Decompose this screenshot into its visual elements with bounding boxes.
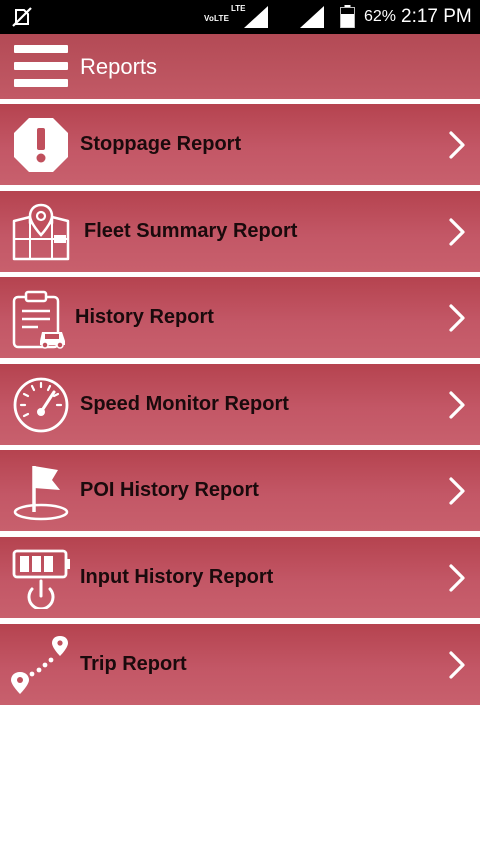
report-label: Fleet Summary Report: [84, 219, 298, 242]
fleet-map-icon: [12, 203, 70, 260]
power-input-icon: [12, 549, 70, 609]
chevron-right-icon: [449, 477, 465, 505]
report-item-history[interactable]: History Report: [0, 277, 480, 359]
report-item-fleet-summary[interactable]: Fleet Summary Report: [0, 190, 480, 272]
chevron-right-icon: [449, 131, 465, 159]
signal-strength-icon: [244, 6, 268, 28]
chevron-right-icon: [449, 391, 465, 419]
signal-strength-icon: [300, 6, 324, 28]
page-title: Reports: [80, 54, 158, 79]
status-bar: VoLTE LTE 62% 2:17 PM: [0, 0, 480, 34]
chevron-right-icon: [449, 217, 465, 246]
chevron-right-icon: [449, 304, 465, 332]
clipboard-car-icon: [12, 290, 65, 349]
hamburger-menu-icon[interactable]: [14, 45, 68, 87]
screen: VoLTE LTE 62% 2:17 PM Reports Stoppage R…: [0, 0, 480, 854]
report-item-trip[interactable]: Trip Report: [0, 623, 480, 705]
no-sim-icon: [12, 7, 32, 27]
speedometer-icon: [13, 377, 69, 433]
report-item-stoppage[interactable]: Stoppage Report: [0, 104, 480, 185]
flag-point-icon: [13, 466, 69, 521]
report-label: POI History Report: [80, 479, 259, 502]
route-trip-icon: [11, 635, 68, 694]
report-label: Stoppage Report: [80, 133, 242, 155]
chevron-right-icon: [449, 650, 465, 679]
app-bar: Reports: [0, 34, 480, 99]
report-item-poi-history[interactable]: POI History Report: [0, 450, 480, 532]
battery-icon: [340, 5, 355, 28]
report-list: Stoppage Report Fleet Summary Report His…: [0, 104, 480, 710]
report-item-speed-monitor[interactable]: Speed Monitor Report: [0, 363, 480, 445]
report-label: Input History Report: [80, 565, 274, 588]
report-label: History Report: [75, 306, 214, 329]
report-label: Speed Monitor Report: [80, 392, 289, 415]
battery-percentage: 62%: [364, 8, 397, 25]
volte-indicator: VoLTE: [204, 14, 230, 23]
chevron-right-icon: [449, 564, 465, 592]
report-label: Trip Report: [80, 652, 187, 675]
report-item-input-history[interactable]: Input History Report: [0, 536, 480, 618]
stop-alert-icon: [14, 118, 68, 172]
status-clock: 2:17 PM: [401, 6, 472, 27]
